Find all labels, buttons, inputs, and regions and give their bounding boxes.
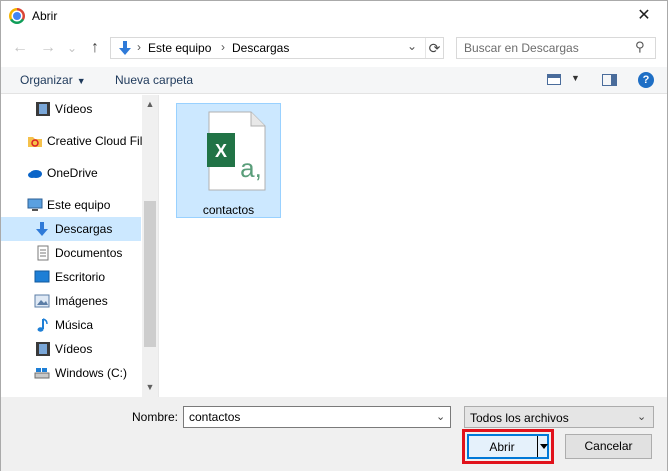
file-name: contactos	[202, 203, 255, 217]
refresh-button[interactable]: ⟳	[425, 38, 443, 58]
sidebar-item-videos[interactable]: Vídeos	[1, 97, 141, 121]
sidebar-item-label: Descargas	[55, 222, 113, 236]
pictures-icon	[34, 294, 50, 308]
preview-pane-button[interactable]	[602, 74, 617, 86]
recent-locations-button[interactable]: ⌄	[63, 38, 81, 58]
window-title: Abrir	[32, 9, 58, 23]
open-button[interactable]: Abrir	[467, 434, 549, 459]
dialog-footer: Nombre: ⌄ Todos los archivos ⌄ Abrir Can…	[1, 397, 667, 471]
address-bar[interactable]: › Este equipo › Descargas ⌄ ⟳	[110, 37, 444, 59]
sidebar-item-label: Windows (C:)	[55, 366, 128, 380]
sidebar-item-label: Escritorio	[55, 270, 106, 284]
scroll-down-icon[interactable]: ▼	[142, 379, 158, 395]
sidebar-item-descargas[interactable]: Descargas	[1, 217, 141, 241]
back-button[interactable]: ←	[11, 38, 29, 58]
sidebar-item-documentos[interactable]: Documentos	[1, 241, 141, 265]
sidebar-item-videos-2[interactable]: Vídeos	[1, 337, 141, 361]
documents-icon	[37, 245, 49, 261]
breadcrumb-separator: ›	[221, 40, 225, 54]
organize-label: Organizar	[20, 73, 73, 87]
breadcrumb-descargas[interactable]: Descargas	[232, 41, 289, 55]
scrollbar-thumb[interactable]	[144, 201, 156, 347]
navigation-pane: Vídeos Creative Cloud Fil OneDrive Este …	[1, 95, 159, 397]
cancel-button[interactable]: Cancelar	[565, 434, 652, 459]
open-button-label: Abrir	[489, 440, 515, 454]
downloads-icon	[36, 222, 48, 236]
excel-csv-file-icon: X a,	[207, 111, 266, 191]
new-folder-button[interactable]: Nueva carpeta	[115, 73, 193, 87]
svg-text:X: X	[215, 141, 227, 161]
sidebar-item-escritorio[interactable]: Escritorio	[1, 265, 141, 289]
computer-icon	[27, 198, 43, 211]
file-name-label: Nombre:	[132, 410, 179, 424]
sidebar-item-label: Música	[55, 318, 94, 332]
file-type-select[interactable]: Todos los archivos ⌄	[464, 406, 654, 428]
address-dropdown-icon[interactable]: ⌄	[407, 39, 417, 53]
view-options-icon[interactable]	[547, 74, 561, 85]
sidebar-item-windows-c[interactable]: Windows (C:)	[1, 361, 141, 385]
search-box[interactable]: ⚲	[456, 37, 656, 59]
sidebar-item-creative-cloud[interactable]: Creative Cloud Fil	[1, 129, 143, 153]
downloads-icon	[119, 41, 131, 55]
drive-icon	[34, 368, 50, 379]
sidebar-item-label: Creative Cloud Fil	[47, 134, 143, 148]
file-list: X a, contactos	[161, 95, 667, 397]
scroll-up-icon[interactable]: ▲	[142, 96, 158, 112]
sidebar-item-este-equipo[interactable]: Este equipo	[1, 193, 141, 217]
open-options-dropdown[interactable]	[537, 436, 549, 457]
search-input[interactable]	[457, 38, 627, 58]
sidebar-item-musica[interactable]: Música	[1, 313, 141, 337]
close-button[interactable]: ✕	[629, 4, 659, 28]
organize-menu[interactable]: Organizar ▼	[20, 73, 86, 87]
file-name-input[interactable]	[184, 407, 429, 427]
creative-cloud-icon	[28, 137, 42, 147]
title-bar: Abrir ✕	[1, 1, 667, 31]
sidebar-item-label: Documentos	[55, 246, 123, 260]
chevron-down-icon: ⌄	[637, 411, 647, 423]
file-name-combobox[interactable]: ⌄	[183, 406, 451, 428]
onedrive-icon	[28, 170, 42, 178]
help-button[interactable]: ?	[638, 72, 654, 88]
search-icon: ⚲	[635, 39, 645, 54]
sidebar-item-imagenes[interactable]: Imágenes	[1, 289, 141, 313]
sidebar-item-onedrive[interactable]: OneDrive	[1, 161, 141, 185]
music-icon	[37, 318, 48, 332]
svg-text:a,: a,	[240, 153, 262, 183]
breadcrumb-separator: ›	[137, 40, 141, 54]
sidebar-item-label: Este equipo	[47, 198, 111, 212]
sidebar-scrollbar[interactable]: ▲ ▼	[142, 95, 158, 397]
sidebar-item-label: Imágenes	[55, 294, 108, 308]
sidebar-item-label: Vídeos	[55, 102, 93, 116]
breadcrumb-este-equipo[interactable]: Este equipo	[148, 41, 211, 55]
file-type-value: Todos los archivos	[470, 411, 569, 425]
chevron-down-icon: ▼	[76, 76, 86, 86]
forward-button[interactable]: →	[39, 38, 57, 58]
chrome-icon	[9, 8, 25, 24]
video-folder-icon	[36, 342, 50, 356]
chevron-down-icon[interactable]: ⌄	[436, 410, 445, 423]
sidebar-item-label: Vídeos	[55, 342, 93, 356]
desktop-icon	[34, 270, 50, 283]
command-bar: Organizar ▼ Nueva carpeta ▼ ?	[1, 67, 667, 94]
up-folder-button[interactable]: ↑	[86, 38, 104, 58]
sidebar-item-label: OneDrive	[47, 166, 98, 180]
video-folder-icon	[36, 102, 50, 116]
view-options-dropdown[interactable]: ▼	[571, 73, 580, 83]
open-file-dialog: Abrir ✕ ← → ⌄ ↑ › Este equipo › Descarga…	[0, 0, 668, 471]
file-item[interactable]: X a, contactos	[176, 103, 281, 218]
